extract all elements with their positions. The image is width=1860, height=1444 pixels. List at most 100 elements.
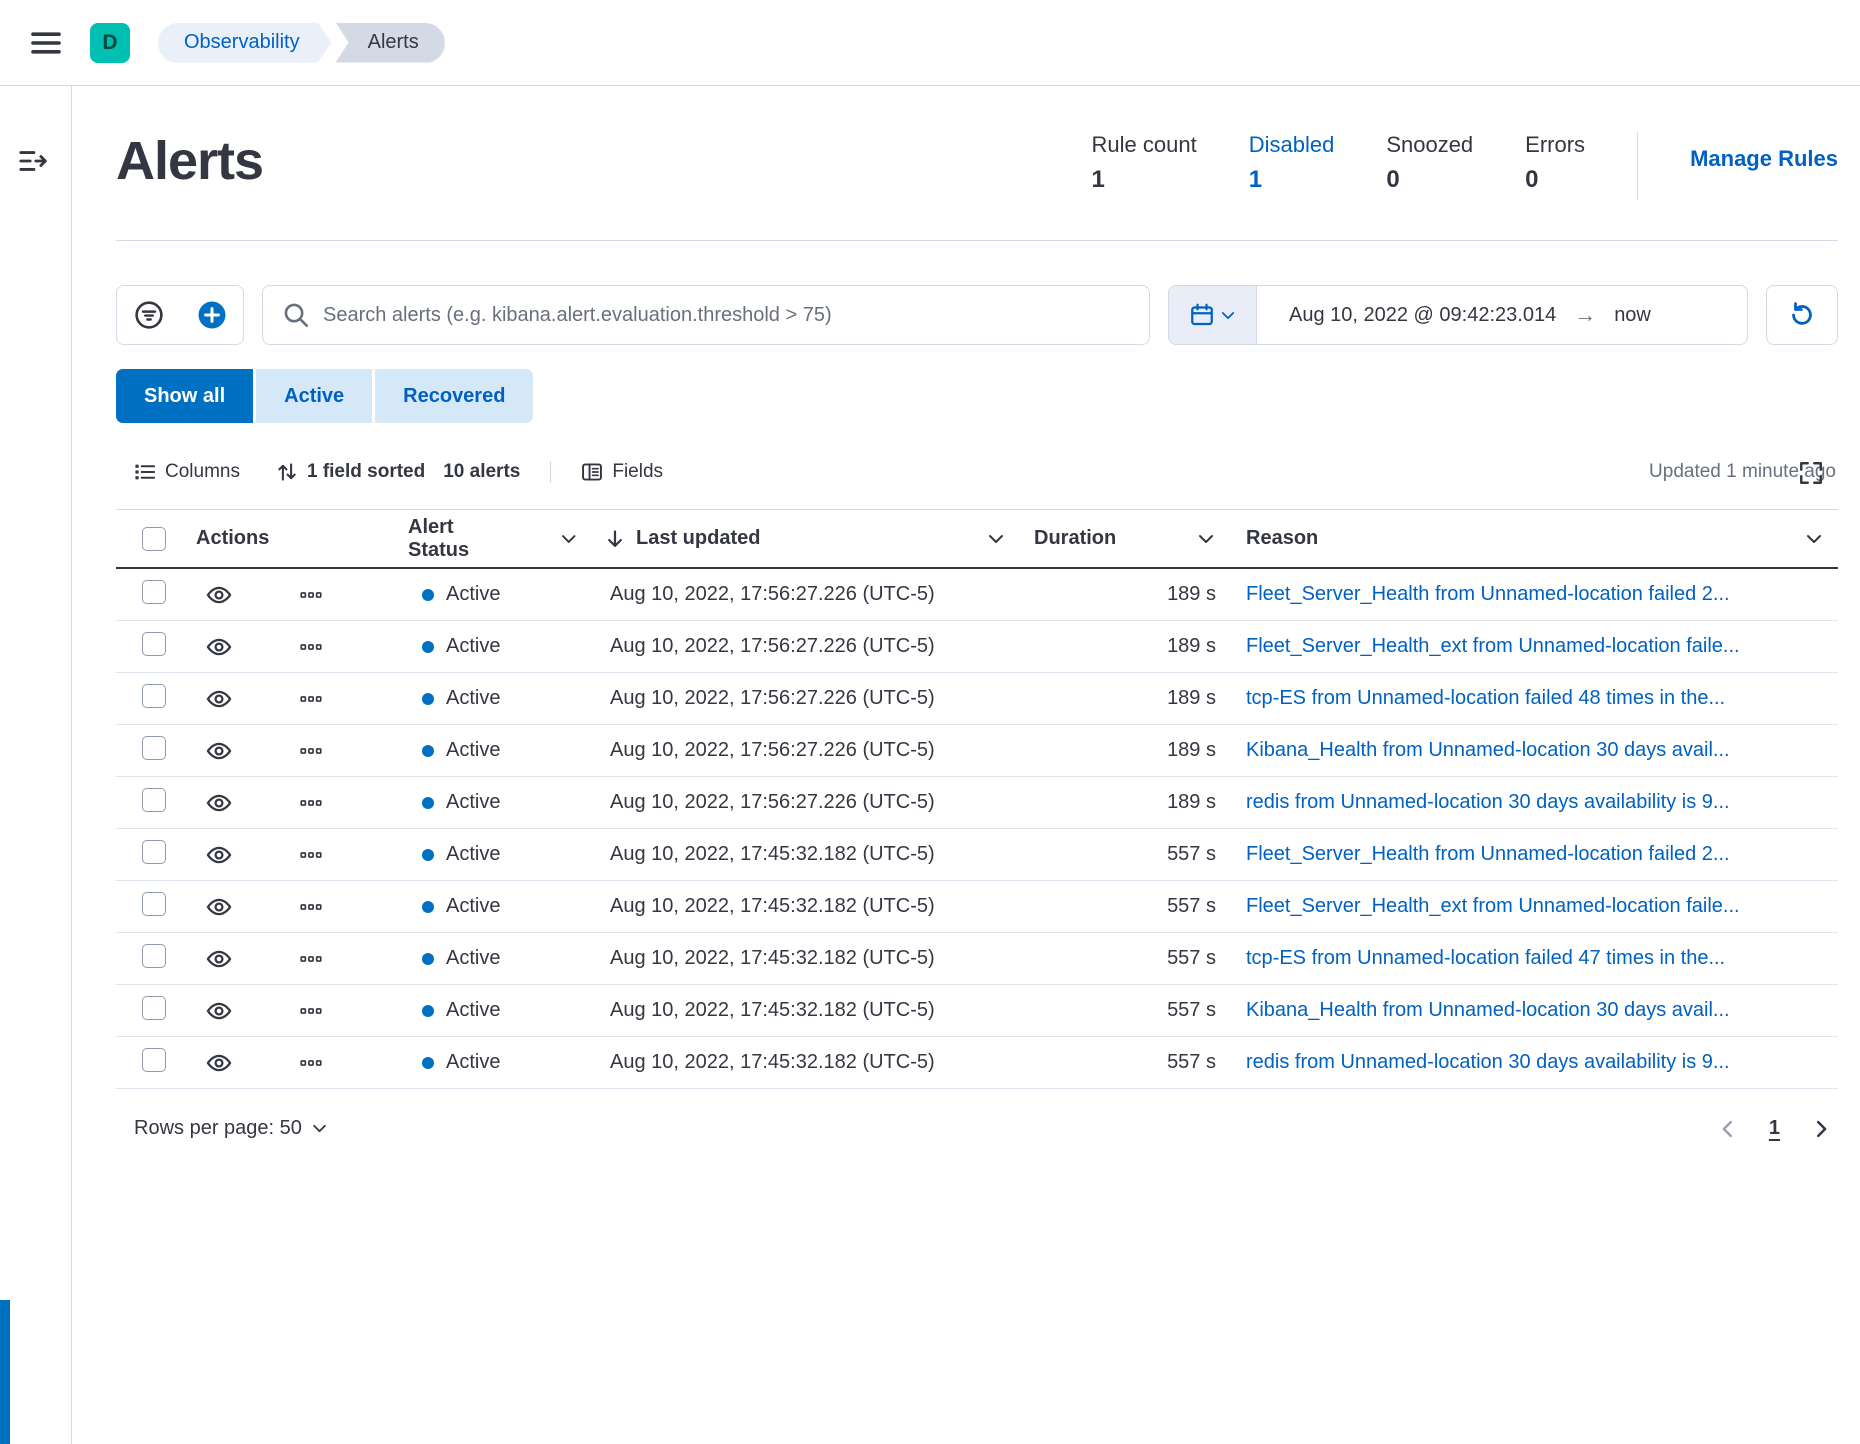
table-row: Active Aug 10, 2022, 17:45:32.182 (UTC-5…: [116, 881, 1838, 933]
stat-label: Errors: [1525, 132, 1585, 158]
alert-status-label: Active: [446, 635, 500, 658]
reason-link[interactable]: Fleet_Server_Health_ext from Unnamed-loc…: [1246, 635, 1822, 658]
row-checkbox[interactable]: [142, 684, 166, 708]
search-input[interactable]: [323, 304, 1129, 327]
view-alert-details-button[interactable]: [206, 946, 232, 972]
row-view-cell: [190, 738, 270, 764]
tab-active[interactable]: Active: [256, 369, 372, 423]
view-alert-details-button[interactable]: [206, 582, 232, 608]
header-duration[interactable]: Duration: [1026, 527, 1226, 550]
view-alert-details-button[interactable]: [206, 1050, 232, 1076]
stat-snoozed: Snoozed 0: [1386, 132, 1473, 194]
duration-cell: 189 s: [1026, 583, 1226, 606]
row-checkbox[interactable]: [142, 788, 166, 812]
view-alert-details-button[interactable]: [206, 998, 232, 1024]
columns-button[interactable]: Columns: [134, 461, 240, 483]
reason-link[interactable]: redis from Unnamed-location 30 days avai…: [1246, 1051, 1822, 1074]
menu-hamburger-button[interactable]: [30, 27, 62, 59]
view-alert-details-button[interactable]: [206, 790, 232, 816]
row-checkbox[interactable]: [142, 580, 166, 604]
row-checkbox[interactable]: [142, 944, 166, 968]
date-end[interactable]: now: [1614, 304, 1651, 327]
view-alert-details-button[interactable]: [206, 686, 232, 712]
alert-status-label: Active: [446, 583, 500, 606]
view-alert-details-button[interactable]: [206, 738, 232, 764]
reason-link[interactable]: Fleet_Server_Health_ext from Unnamed-loc…: [1246, 895, 1822, 918]
reason-link[interactable]: Fleet_Server_Health from Unnamed-locatio…: [1246, 843, 1822, 866]
expand-sidebar-button[interactable]: [18, 146, 48, 176]
header-duration-label: Duration: [1034, 527, 1116, 550]
more-actions-button[interactable]: [300, 1000, 322, 1022]
saved-queries-button[interactable]: [117, 286, 180, 344]
reason-cell: Fleet_Server_Health_ext from Unnamed-loc…: [1226, 635, 1838, 658]
row-checkbox[interactable]: [142, 892, 166, 916]
reason-link[interactable]: Kibana_Health from Unnamed-location 30 d…: [1246, 999, 1822, 1022]
last-updated-cell: Aug 10, 2022, 17:56:27.226 (UTC-5): [576, 687, 1026, 710]
view-alert-details-button[interactable]: [206, 842, 232, 868]
row-select-cell: [116, 788, 190, 818]
row-checkbox[interactable]: [142, 632, 166, 656]
tab-recovered[interactable]: Recovered: [375, 369, 533, 423]
fullscreen-icon[interactable]: [1798, 460, 1824, 486]
next-page-button[interactable]: [1810, 1118, 1832, 1140]
more-actions-button[interactable]: [300, 636, 322, 658]
table-row: Active Aug 10, 2022, 17:45:32.182 (UTC-5…: [116, 1037, 1838, 1089]
view-alert-details-button[interactable]: [206, 894, 232, 920]
previous-page-button[interactable]: [1717, 1118, 1739, 1140]
row-checkbox[interactable]: [142, 1048, 166, 1072]
table-row: Active Aug 10, 2022, 17:45:32.182 (UTC-5…: [116, 829, 1838, 881]
add-filter-button[interactable]: [180, 286, 243, 344]
row-select-cell: [116, 996, 190, 1026]
fields-icon: [581, 461, 603, 483]
rows-per-page-button[interactable]: Rows per page: 50: [134, 1117, 327, 1140]
more-actions-button[interactable]: [300, 1052, 322, 1074]
more-actions-button[interactable]: [300, 688, 322, 710]
reason-link[interactable]: Kibana_Health from Unnamed-location 30 d…: [1246, 739, 1822, 762]
reason-link[interactable]: tcp-ES from Unnamed-location failed 47 t…: [1246, 947, 1822, 970]
sort-fields-button[interactable]: 1 field sorted: [276, 461, 425, 483]
alert-status-cell: Active: [366, 635, 576, 658]
header-last-updated[interactable]: Last updated: [576, 527, 1026, 550]
quick-select-date-button[interactable]: [1169, 286, 1257, 344]
page-number-1[interactable]: 1: [1769, 1117, 1780, 1140]
date-range-picker: Aug 10, 2022 @ 09:42:23.014 → now: [1168, 285, 1748, 345]
row-view-cell: [190, 686, 270, 712]
boxes-horizontal-icon: [300, 896, 322, 918]
alert-status-cell: Active: [366, 791, 576, 814]
reason-cell: Kibana_Health from Unnamed-location 30 d…: [1226, 739, 1838, 762]
tab-show-all[interactable]: Show all: [116, 369, 253, 423]
duration-cell: 189 s: [1026, 635, 1226, 658]
header-reason[interactable]: Reason: [1226, 527, 1838, 550]
space-avatar[interactable]: D: [90, 23, 130, 63]
row-checkbox[interactable]: [142, 996, 166, 1020]
fields-button[interactable]: Fields: [581, 461, 663, 483]
last-updated-indicator: Updated 1 minute ago: [1649, 461, 1838, 483]
breadcrumb-observability[interactable]: Observability: [158, 23, 332, 63]
table-row: Active Aug 10, 2022, 17:45:32.182 (UTC-5…: [116, 985, 1838, 1037]
more-actions-button[interactable]: [300, 844, 322, 866]
more-actions-button[interactable]: [300, 948, 322, 970]
alerts-table: Actions Alert Status Last updated Durati…: [116, 509, 1838, 1089]
select-all-checkbox[interactable]: [142, 527, 166, 551]
manage-rules-link[interactable]: Manage Rules: [1690, 146, 1838, 172]
date-start[interactable]: Aug 10, 2022 @ 09:42:23.014: [1289, 304, 1556, 327]
more-actions-button[interactable]: [300, 740, 322, 762]
more-actions-button[interactable]: [300, 584, 322, 606]
more-actions-button[interactable]: [300, 792, 322, 814]
header-alert-status[interactable]: Alert Status: [366, 516, 576, 562]
row-checkbox[interactable]: [142, 736, 166, 760]
view-alert-details-button[interactable]: [206, 634, 232, 660]
reason-link[interactable]: redis from Unnamed-location 30 days avai…: [1246, 791, 1822, 814]
reason-link[interactable]: Fleet_Server_Health from Unnamed-locatio…: [1246, 583, 1822, 606]
duration-cell: 557 s: [1026, 843, 1226, 866]
stat-disabled[interactable]: Disabled 1: [1249, 132, 1335, 194]
date-range-display[interactable]: Aug 10, 2022 @ 09:42:23.014 → now: [1257, 286, 1747, 344]
status-filter-tabs: Show all Active Recovered: [116, 369, 1838, 423]
refresh-button[interactable]: [1766, 285, 1838, 345]
search-filter-bar: Aug 10, 2022 @ 09:42:23.014 → now: [116, 285, 1838, 345]
columns-list-icon: [134, 461, 156, 483]
reason-link[interactable]: tcp-ES from Unnamed-location failed 48 t…: [1246, 687, 1822, 710]
more-actions-button[interactable]: [300, 896, 322, 918]
alert-status-cell: Active: [366, 687, 576, 710]
row-checkbox[interactable]: [142, 840, 166, 864]
